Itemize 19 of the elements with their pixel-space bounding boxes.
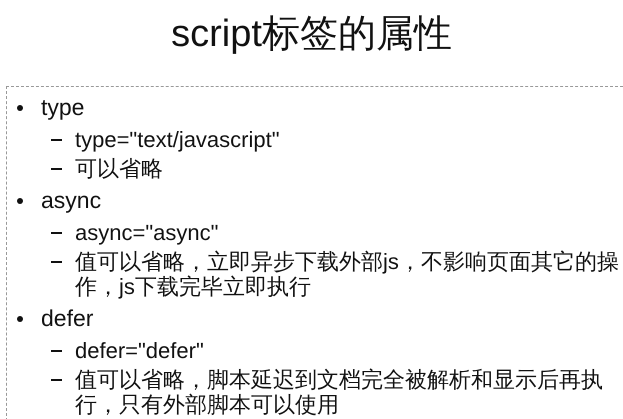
dash-icon — [51, 260, 62, 262]
sub-bullet-text: 可以省略 — [75, 156, 163, 181]
sub-bullet-text: defer="defer" — [75, 338, 204, 363]
bullet-icon — [17, 316, 23, 322]
slide-title: script标签的属性 — [170, 12, 453, 57]
sub-bullet-text: type="text/javascript" — [75, 127, 280, 152]
sub-bullet-text: 值可以省略，脚本延迟到文档完全被解析和显示后再执行，只有外部脚本可以使用 — [75, 367, 604, 417]
bullet-icon — [17, 198, 23, 204]
dash-icon — [51, 168, 62, 170]
bullet-text: async — [41, 186, 102, 215]
dash-icon — [51, 138, 62, 140]
sub-bullet-text: async="async" — [75, 220, 218, 245]
dash-icon — [51, 378, 62, 380]
bullet-text: defer — [41, 304, 94, 333]
sub-bullet-text: 值可以省略，立即异步下载外部js，不影响页面其它的操作，js下载完毕立即执行 — [75, 249, 620, 299]
bullet-text: type — [41, 93, 84, 122]
bullet-icon — [17, 104, 23, 110]
dash-icon — [51, 350, 62, 352]
dash-icon — [51, 232, 62, 234]
